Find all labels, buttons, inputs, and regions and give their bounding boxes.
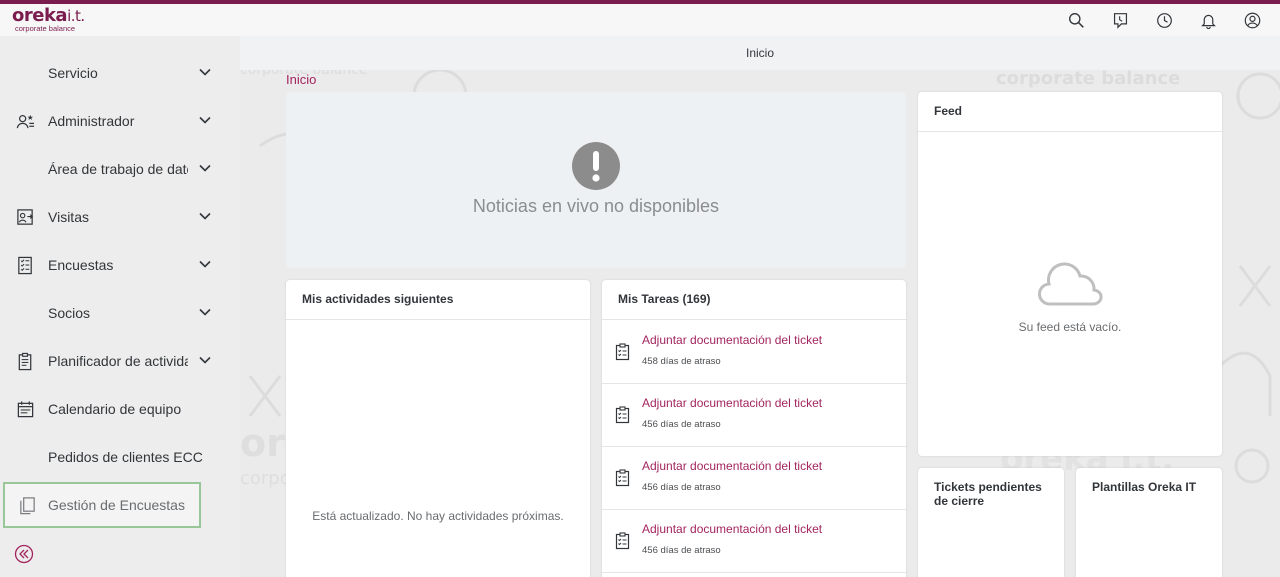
user-button[interactable]	[1240, 10, 1264, 30]
double-chevron-left-icon	[14, 544, 34, 564]
sidebar-item-label: Área de trabajo de datos	[48, 161, 188, 177]
sidebar-item-gestion-encuestas[interactable]: Gestión de Encuestas	[3, 482, 201, 528]
copy-icon	[16, 494, 38, 516]
sidebar-item-label: Planificador de actividades	[48, 353, 188, 369]
chevron-down-icon[interactable]	[198, 353, 214, 369]
sidebar-item-label: Gestión de Encuestas	[48, 497, 185, 513]
task-clipboard-icon	[615, 406, 630, 424]
bell-icon	[1200, 14, 1216, 29]
task-row[interactable]: Adjuntar documentación del ticket 456 dí…	[602, 510, 906, 573]
search-icon	[1068, 12, 1084, 28]
breadcrumb[interactable]: Inicio	[286, 72, 316, 87]
tasks-title[interactable]: Mis Tareas (169)	[602, 280, 906, 320]
visit-icon	[14, 206, 36, 228]
task-clipboard-icon	[615, 343, 630, 361]
tickets-card[interactable]: Tickets pendientes de cierre	[918, 468, 1064, 577]
sidebar-item-label: Servicio	[48, 65, 98, 81]
tickets-title: Tickets pendientes de cierre	[934, 480, 1042, 508]
sidebar-item-label: Pedidos de clientes ECC	[48, 449, 203, 465]
sidebar-item-socios[interactable]: Socios	[0, 291, 240, 335]
activities-card: Mis actividades siguientes Está actualiz…	[286, 280, 590, 577]
sidebar-item-label: Visitas	[48, 209, 89, 225]
task-overdue-text: 456 días de atraso	[642, 419, 721, 430]
activities-title[interactable]: Mis actividades siguientes	[286, 280, 590, 320]
shell-bar: orekai.t. corporate balance	[0, 4, 1280, 36]
chevron-down-icon[interactable]	[198, 209, 214, 225]
logo-wordmark: orekai.t.	[12, 7, 85, 25]
chevron-down-icon[interactable]	[198, 305, 214, 321]
clock-icon	[1156, 12, 1172, 28]
feed-empty-message: Su feed está vacío.	[1018, 320, 1122, 334]
task-title-link[interactable]: Adjuntar documentación del ticket	[642, 396, 822, 410]
sidebar-item-encuestas[interactable]: Encuestas	[0, 243, 240, 287]
search-button[interactable]	[1064, 10, 1088, 30]
task-row[interactable]: Adjuntar documentación del ticket 458 dí…	[602, 321, 906, 384]
news-card: Noticias en vivo no disponibles	[286, 92, 906, 268]
side-navigation: Servicio Administrador Área de trabajo d…	[0, 36, 240, 577]
task-row[interactable]: Adjuntar documentación del ticket 456 dí…	[602, 384, 906, 447]
logo-tagline: corporate balance	[15, 24, 76, 33]
task-overdue-text: 456 días de atraso	[642, 482, 721, 493]
sidebar-item-calendario[interactable]: Calendario de equipo	[0, 387, 240, 431]
sidebar-item-label: Socios	[48, 305, 91, 321]
tasks-card: Mis Tareas (169) Adjuntar documentación …	[602, 280, 906, 577]
activities-empty-message: Está actualizado. No hay actividades pró…	[312, 509, 564, 523]
cloud-icon	[1038, 262, 1103, 306]
chat-button[interactable]	[1108, 10, 1132, 30]
history-button[interactable]	[1152, 10, 1176, 30]
sidebar-item-pedidos-ecc[interactable]: Pedidos de clientes ECC	[0, 435, 240, 479]
company-logo[interactable]: orekai.t. corporate balance	[12, 7, 85, 33]
logo-name: oreka	[12, 5, 68, 26]
planner-icon	[14, 350, 36, 372]
sidebar-item-planificador[interactable]: Planificador de actividades	[0, 339, 240, 383]
logo-suffix: i.t.	[67, 7, 85, 25]
news-message: Noticias en vivo no disponibles	[472, 196, 720, 216]
user-icon	[1244, 12, 1260, 28]
task-clipboard-icon	[615, 532, 630, 550]
sidebar-item-label: Encuestas	[48, 257, 114, 273]
chevron-down-icon[interactable]	[198, 161, 214, 177]
templates-title: Plantillas Oreka IT	[1092, 480, 1197, 494]
chevron-down-icon[interactable]	[198, 257, 214, 273]
task-overdue-text: 458 días de atraso	[642, 356, 721, 367]
feed-title[interactable]: Feed	[918, 92, 1222, 132]
sidebar-item-label: Calendario de equipo	[48, 401, 182, 417]
sidebar-item-label: Administrador	[48, 113, 135, 129]
page-title: Inicio	[745, 46, 774, 60]
chevron-down-icon[interactable]	[198, 65, 214, 81]
page-header: Inicio	[240, 36, 1280, 70]
shell-actions	[1064, 10, 1264, 30]
sidebar-item-area-de-trabajo[interactable]: Área de trabajo de datos	[0, 147, 240, 191]
survey-icon	[14, 254, 36, 276]
task-title-link[interactable]: Adjuntar documentación del ticket	[642, 459, 822, 473]
user-star-icon	[14, 110, 36, 132]
task-overdue-text: 456 días de atraso	[642, 545, 721, 556]
sidebar-item-administrador[interactable]: Administrador	[0, 99, 240, 143]
chat-icon	[1113, 12, 1127, 29]
sidebar-item-visitas[interactable]: Visitas	[0, 195, 240, 239]
exclamation-icon	[572, 142, 620, 190]
task-row[interactable]: Adjuntar documentación del ticket 456 dí…	[602, 447, 906, 510]
task-title-link[interactable]: Adjuntar documentación del ticket	[642, 333, 822, 347]
main-content: corporate balance corporate balance orek…	[240, 36, 1280, 577]
watermark-text: corporate balance	[996, 68, 1180, 89]
chevron-down-icon[interactable]	[198, 113, 214, 129]
feed-card: Feed Su feed está vacío.	[918, 92, 1222, 456]
templates-card[interactable]: Plantillas Oreka IT	[1076, 468, 1222, 577]
task-clipboard-icon	[615, 469, 630, 487]
notifications-button[interactable]	[1196, 10, 1220, 30]
collapse-sidebar-button[interactable]	[14, 544, 34, 564]
task-title-link[interactable]: Adjuntar documentación del ticket	[642, 522, 822, 536]
sidebar-item-servicio[interactable]: Servicio	[0, 51, 240, 95]
calendar-icon	[14, 398, 36, 420]
